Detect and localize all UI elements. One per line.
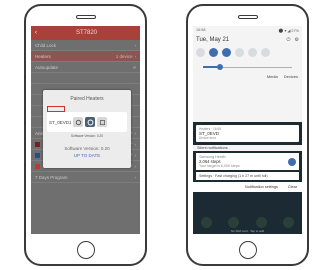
notification-shade: 16:58 ⚫ ▾ ◢ 27% Tue, May 21 ⏻ ⚙ Media De… [193, 26, 302, 122]
airplane-toggle-icon[interactable] [261, 48, 270, 57]
status-time: 16:58 [196, 28, 206, 32]
devices-button[interactable]: Devices [284, 74, 298, 79]
chevron-right-icon: › [134, 152, 137, 158]
messages-app-icon[interactable] [228, 217, 240, 228]
date-row: Tue, May 21 ⏻ ⚙ [193, 35, 302, 45]
chevron-right-icon: › [134, 53, 137, 59]
browser-app-icon[interactable] [255, 217, 267, 228]
chevron-right-icon: › [134, 42, 137, 48]
clear-button[interactable]: Clear [288, 185, 297, 189]
notification-text: Your target is 6,000 steps [199, 164, 240, 168]
color-swatch [35, 152, 40, 158]
phone-app-icon[interactable] [201, 217, 213, 228]
sound-toggle-icon[interactable] [209, 48, 218, 57]
status-icons: ⚫ ▾ ◢ 27% [278, 29, 299, 33]
settings-row-label: Autoupdate [35, 64, 59, 70]
home-dock [193, 217, 302, 228]
camera-app-icon[interactable] [282, 217, 294, 228]
power-icon[interactable]: ⏻ [287, 37, 291, 43]
settings-row-label: Child Lock [35, 42, 57, 48]
bluetooth-toggle-icon[interactable] [222, 48, 231, 57]
device-row[interactable]: ST_0EVD1 [47, 112, 127, 132]
flashlight-toggle-icon[interactable] [248, 48, 257, 57]
wifi-toggle-icon[interactable] [196, 48, 205, 57]
app-bar: ‹ ST7820 [31, 26, 140, 40]
brightness-slider[interactable] [197, 64, 298, 70]
home-button[interactable] [238, 241, 257, 259]
settings-row[interactable]: Heaters 1 device › [31, 51, 140, 62]
toggle-dot-icon[interactable] [133, 65, 136, 69]
phone-left: ‹ ST7820 Child Lock › Heaters 1 device › Auto… [24, 4, 147, 266]
dock-text: No SIM card · Tap to add [230, 229, 265, 233]
software-version: Software Version: 0.20 [64, 146, 110, 151]
heater-device-icon[interactable] [85, 117, 95, 127]
chevron-right-icon: › [134, 130, 137, 136]
update-status: UP TO DATE [73, 153, 101, 158]
notification-settings-button[interactable]: Notification settings [245, 185, 278, 189]
notification-shade-screen: 16:58 ⚫ ▾ ◢ 27% Tue, May 21 ⏻ ⚙ Media De… [193, 26, 302, 234]
health-action-icon[interactable] [288, 158, 296, 166]
app-title: ST7820 [75, 30, 97, 36]
remove-device-icon[interactable] [97, 117, 107, 127]
settings-row[interactable] [31, 73, 140, 84]
chevron-right-icon: › [134, 141, 137, 147]
slider-knob[interactable] [217, 64, 223, 70]
software-version-small: Software Version: 0.20 [70, 134, 104, 138]
status-bar: 16:58 ⚫ ▾ ◢ 27% [193, 26, 302, 35]
silent-header: Silent notifications [193, 145, 302, 151]
health-notification[interactable]: Samsung Health 2,064 steps Your target i… [196, 153, 299, 170]
settings-row[interactable]: 7 Days Program › [31, 172, 140, 183]
settings-row-label: Heaters [35, 53, 51, 59]
rotate-toggle-icon[interactable] [235, 48, 244, 57]
media-devices-row: Media Devices [193, 74, 302, 79]
notification-footer: Notification settings Clear [193, 182, 302, 192]
color-swatch [35, 163, 40, 169]
dialog-title: Paired Heaters [70, 96, 104, 102]
charging-notification[interactable]: Settings · Fast charging (1 h 27 m until… [196, 172, 299, 180]
color-swatch [35, 141, 40, 147]
settings-row[interactable]: Autoupdate [31, 62, 140, 73]
media-button[interactable]: Media [267, 74, 278, 79]
heater-app-screen: ‹ ST7820 Child Lock › Heaters 1 device › Auto… [31, 26, 140, 234]
device-id: ST_0EVD1 [49, 119, 72, 125]
notification-text: Settings · Fast charging (1 h 27 m until… [199, 174, 268, 178]
notifications-panel: Heaters · 16:58 ST_0EVD Device error Sil… [193, 122, 302, 192]
notification-text: Device error [199, 136, 217, 140]
speaker-slot [75, 15, 96, 19]
chevron-right-icon: › [134, 163, 137, 169]
settings-row[interactable]: Child Lock › [31, 40, 140, 51]
phone-right: 16:58 ⚫ ▾ ◢ 27% Tue, May 21 ⏻ ⚙ Media De… [186, 4, 309, 266]
speaker-slot [237, 15, 258, 19]
quick-settings [193, 45, 302, 60]
chevron-right-icon: › [134, 174, 137, 180]
refresh-icon[interactable] [73, 117, 83, 127]
settings-row-label: 7 Days Program [35, 174, 68, 180]
paired-heaters-dialog: Paired Heaters ST_0EVD1 Software Version… [43, 90, 131, 168]
gear-icon[interactable]: ⚙ [295, 37, 299, 43]
home-button[interactable] [76, 241, 95, 259]
settings-row-value: 1 device [115, 53, 133, 59]
date-label: Tue, May 21 [196, 37, 230, 43]
heater-notification[interactable]: Heaters · 16:58 ST_0EVD Device error [196, 125, 299, 142]
